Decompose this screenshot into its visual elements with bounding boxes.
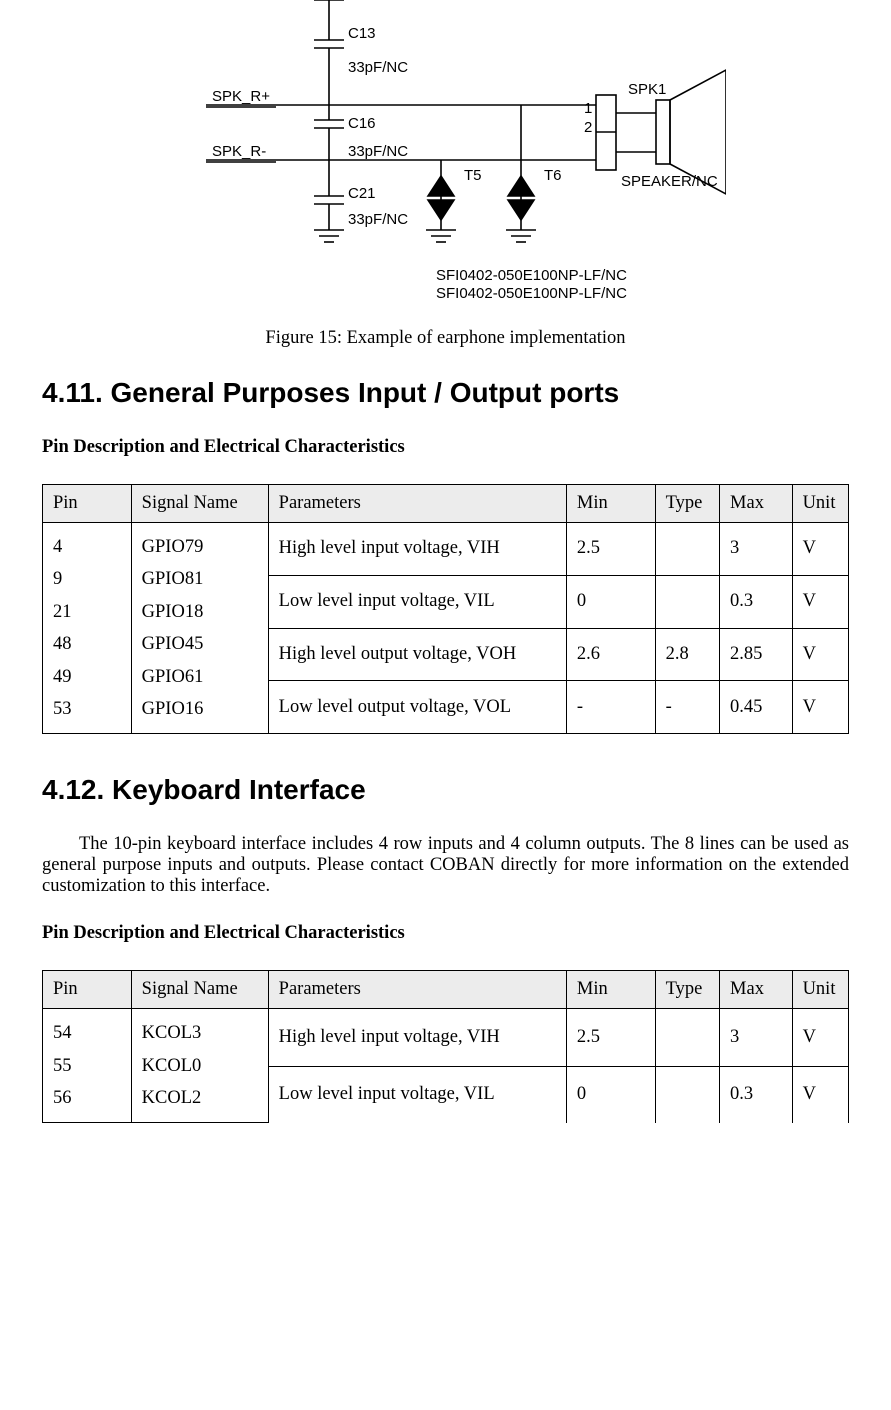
kb-th-max: Max	[720, 971, 793, 1009]
gpio-param-1: Low level input voltage, VIL	[268, 575, 566, 628]
kb-th-min: Min	[566, 971, 655, 1009]
gpio-unit-3: V	[792, 681, 848, 734]
page-root: SPK_R+ SPK_R- C13 33pF/NC C16 33pF/NC C2…	[0, 0, 891, 1163]
th-params: Parameters	[268, 485, 566, 523]
kb-pins: 54 55 56	[43, 1009, 132, 1123]
label-spk-r-minus: SPK_R-	[212, 143, 266, 160]
th-min: Min	[566, 485, 655, 523]
table-keyboard: Pin Signal Name Parameters Min Type Max …	[42, 970, 849, 1123]
kb-min-0: 2.5	[566, 1009, 655, 1066]
label-c13-val: 33pF/NC	[348, 59, 408, 76]
kb-param-1: Low level input voltage, VIL	[268, 1066, 566, 1123]
section-412-body: The 10-pin keyboard interface includes 4…	[42, 834, 849, 897]
gpio-type-0	[655, 523, 719, 576]
gpio-unit-1: V	[792, 575, 848, 628]
section-412-title: 4.12. Keyboard Interface	[42, 774, 849, 806]
gpio-min-1: 0	[566, 575, 655, 628]
gpio-type-3: -	[655, 681, 719, 734]
gpio-max-3: 0.45	[720, 681, 793, 734]
kb-param-0: High level input voltage, VIH	[268, 1009, 566, 1066]
section-412-subhead: Pin Description and Electrical Character…	[42, 923, 849, 944]
kb-unit-1: V	[792, 1066, 848, 1123]
label-tvs1: SFI0402-050E100NP-LF/NC	[436, 267, 627, 284]
label-t5: T5	[464, 167, 482, 184]
label-c13: C13	[348, 25, 376, 42]
kb-th-signal: Signal Name	[131, 971, 268, 1009]
gpio-max-0: 3	[720, 523, 793, 576]
gpio-max-2: 2.85	[720, 628, 793, 681]
th-signal: Signal Name	[131, 485, 268, 523]
label-t6: T6	[544, 167, 562, 184]
gpio-max-1: 0.3	[720, 575, 793, 628]
kb-unit-0: V	[792, 1009, 848, 1066]
gpio-type-1	[655, 575, 719, 628]
gpio-pins: 4 9 21 48 49 53	[43, 523, 132, 734]
kb-max-0: 3	[720, 1009, 793, 1066]
gpio-unit-2: V	[792, 628, 848, 681]
section-411-subhead: Pin Description and Electrical Character…	[42, 437, 849, 458]
gpio-min-0: 2.5	[566, 523, 655, 576]
label-c16: C16	[348, 115, 376, 132]
table-gpio: Pin Signal Name Parameters Min Type Max …	[42, 484, 849, 734]
gpio-min-2: 2.6	[566, 628, 655, 681]
gpio-param-3: Low level output voltage, VOL	[268, 681, 566, 734]
gpio-unit-0: V	[792, 523, 848, 576]
kb-th-params: Parameters	[268, 971, 566, 1009]
kb-th-unit: Unit	[792, 971, 848, 1009]
label-c21-val: 33pF/NC	[348, 211, 408, 228]
label-tvs2: SFI0402-050E100NP-LF/NC	[436, 285, 627, 302]
label-c16-val: 33pF/NC	[348, 143, 408, 160]
kb-type-1	[655, 1066, 719, 1123]
figure-caption: Figure 15: Example of earphone implement…	[42, 328, 849, 349]
kb-th-pin: Pin	[43, 971, 132, 1009]
gpio-type-2: 2.8	[655, 628, 719, 681]
label-pin2: 2	[584, 119, 592, 136]
th-pin: Pin	[43, 485, 132, 523]
label-speaker-nc: SPEAKER/NC	[621, 173, 718, 190]
section-411-title: 4.11. General Purposes Input / Output po…	[42, 377, 849, 409]
gpio-signals: GPIO79 GPIO81 GPIO18 GPIO45 GPIO61 GPIO1…	[131, 523, 268, 734]
kb-type-0	[655, 1009, 719, 1066]
th-unit: Unit	[792, 485, 848, 523]
gpio-param-2: High level output voltage, VOH	[268, 628, 566, 681]
schematic-figure: SPK_R+ SPK_R- C13 33pF/NC C16 33pF/NC C2…	[166, 0, 726, 310]
label-spk-r-plus: SPK_R+	[212, 88, 270, 105]
kb-signals: KCOL3 KCOL0 KCOL2	[131, 1009, 268, 1123]
th-type: Type	[655, 485, 719, 523]
kb-max-1: 0.3	[720, 1066, 793, 1123]
kb-th-type: Type	[655, 971, 719, 1009]
kb-min-1: 0	[566, 1066, 655, 1123]
gpio-min-3: -	[566, 681, 655, 734]
gpio-param-0: High level input voltage, VIH	[268, 523, 566, 576]
label-c21: C21	[348, 185, 376, 202]
th-max: Max	[720, 485, 793, 523]
label-pin1: 1	[584, 100, 592, 117]
label-spk1: SPK1	[628, 81, 666, 98]
